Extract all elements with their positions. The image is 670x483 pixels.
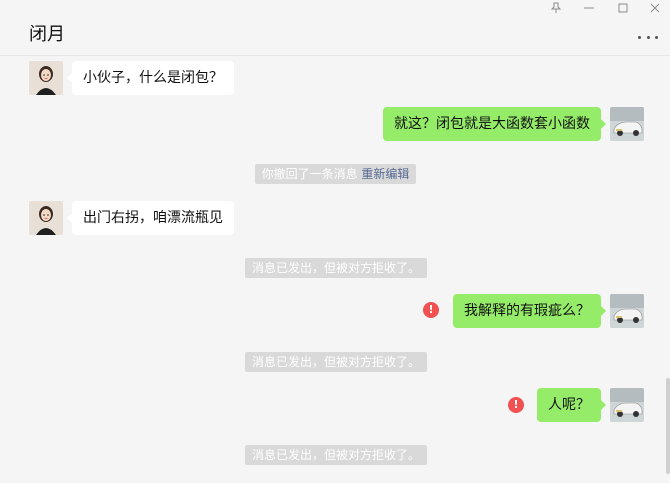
- send-failed-icon[interactable]: !: [508, 397, 524, 413]
- recall-notice: 你撤回了一条消息 重新编辑: [255, 164, 416, 184]
- rejected-notice: 消息已发出，但被对方拒收了。: [245, 352, 427, 372]
- sent-message[interactable]: 人呢？: [537, 388, 606, 422]
- more-dot: [638, 35, 641, 39]
- scrollbar[interactable]: [666, 378, 670, 474]
- user-avatar[interactable]: [610, 388, 644, 422]
- close-icon[interactable]: [638, 0, 670, 16]
- contact-avatar[interactable]: [29, 61, 63, 95]
- chat-window: 闭月 小伙子，什么是闭包？ 就这？闭包就是大函数套小函数 你撤回了一条消息 重新…: [0, 0, 670, 483]
- minimize-icon[interactable]: [572, 0, 606, 16]
- message-list[interactable]: 小伙子，什么是闭包？ 就这？闭包就是大函数套小函数 你撤回了一条消息 重新编辑: [0, 57, 670, 483]
- maximize-icon[interactable]: [606, 0, 640, 16]
- re-edit-link[interactable]: 重新编辑: [361, 167, 409, 181]
- received-message[interactable]: 出门右拐，咱漂流瓶见: [67, 201, 234, 235]
- sent-message[interactable]: 我解释的有瑕疵么？: [453, 294, 606, 328]
- chat-title: 闭月: [29, 24, 65, 45]
- send-failed-icon[interactable]: !: [423, 302, 439, 318]
- rejected-notice: 消息已发出，但被对方拒收了。: [245, 445, 427, 465]
- contact-avatar[interactable]: [29, 201, 63, 235]
- pin-icon[interactable]: [539, 0, 573, 16]
- more-dot: [655, 35, 658, 39]
- rejected-notice: 消息已发出，但被对方拒收了。: [245, 258, 427, 278]
- more-dot: [646, 35, 650, 39]
- sent-message[interactable]: 就这？闭包就是大函数套小函数: [383, 107, 606, 141]
- user-avatar[interactable]: [610, 107, 644, 141]
- received-message[interactable]: 小伙子，什么是闭包？: [67, 61, 234, 95]
- more-icon[interactable]: [638, 32, 658, 42]
- title-bar: 闭月: [0, 0, 670, 56]
- user-avatar[interactable]: [610, 294, 644, 328]
- recall-notice-text: 你撤回了一条消息: [261, 167, 358, 181]
